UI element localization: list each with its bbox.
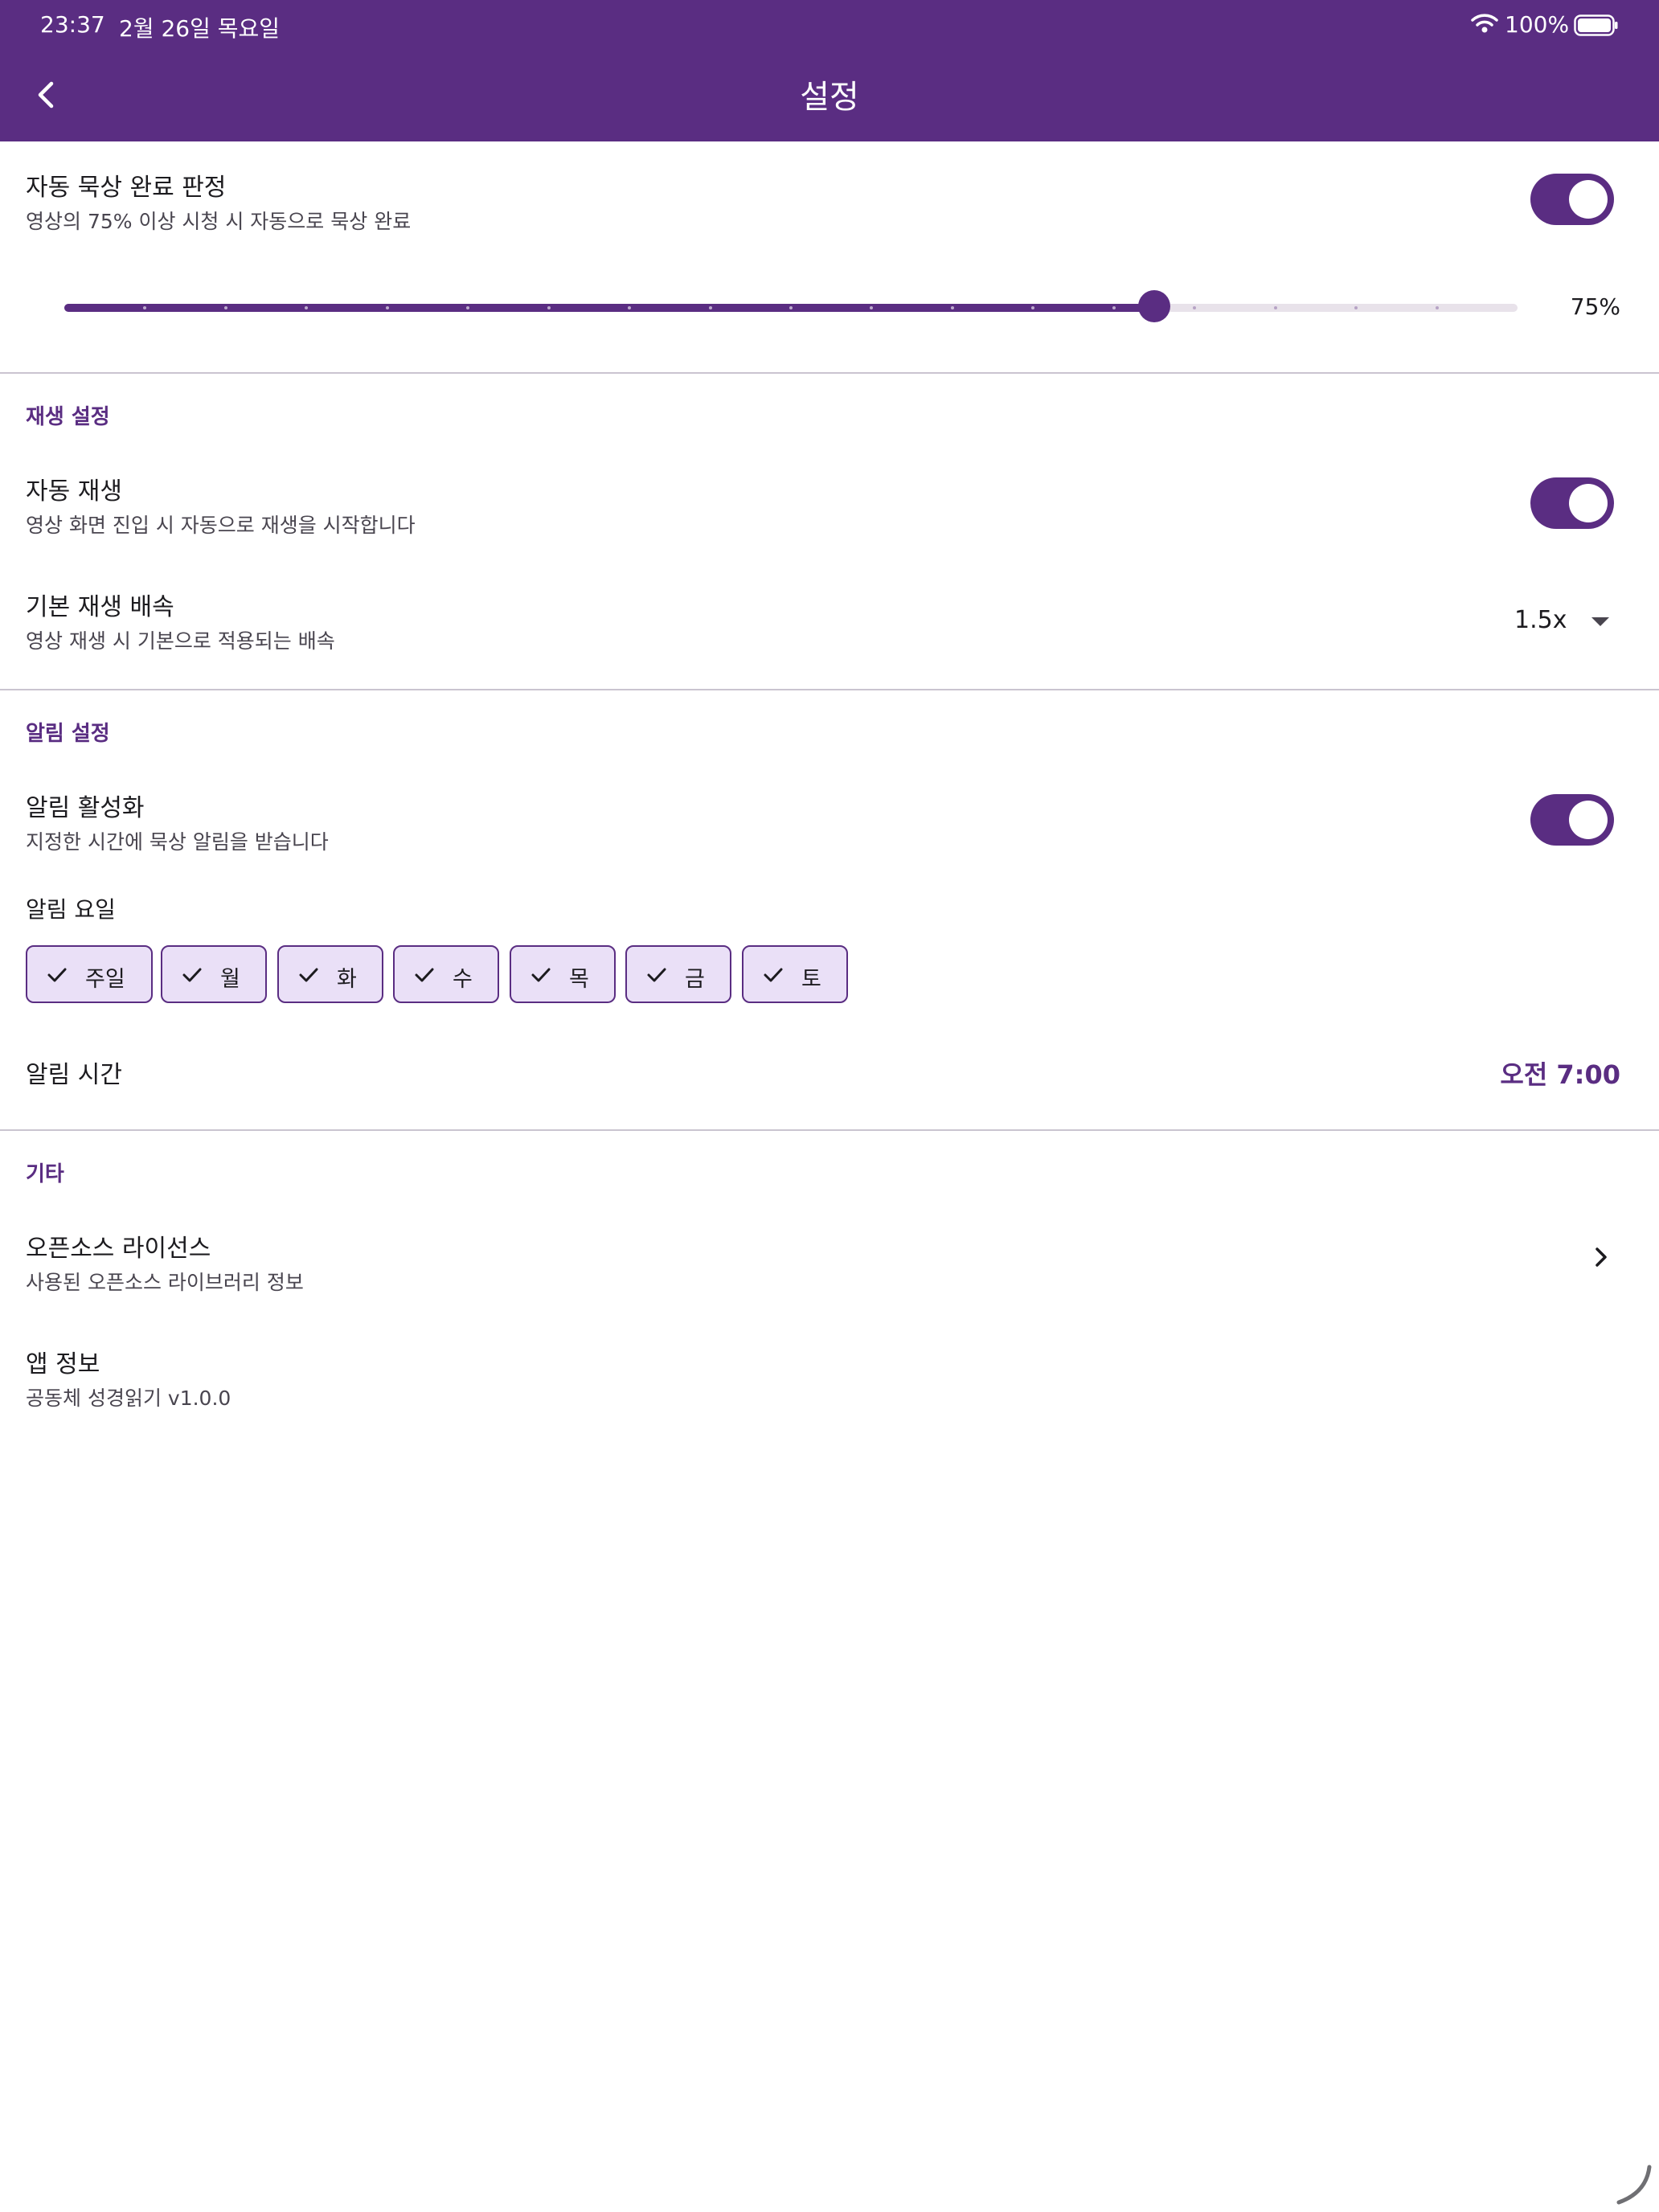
- day-chip-wed[interactable]: 수: [393, 945, 499, 1003]
- slider-tick: [1193, 306, 1197, 309]
- notification-time-value[interactable]: 오전 7:00: [1431, 1055, 1620, 1092]
- section-header-playback: 재생 설정: [26, 405, 110, 429]
- playback-speed-setting[interactable]: 기본 재생 배속 영상 재생 시 기본으로 적용되는 배속: [0, 580, 1659, 654]
- slider-tick: [223, 306, 227, 309]
- auto-complete-subtitle: 영상의 75% 이상 시청 시 자동으로 묵상 완료: [26, 210, 412, 233]
- dropdown-arrow-icon: [1591, 617, 1609, 626]
- day-chip-fri[interactable]: 금: [625, 945, 731, 1003]
- slider-tick: [1112, 306, 1116, 309]
- day-chip-thu[interactable]: 목: [510, 945, 616, 1003]
- day-chip-mon[interactable]: 월: [161, 945, 267, 1003]
- day-chip-tue[interactable]: 화: [277, 945, 383, 1003]
- check-icon: [764, 968, 783, 982]
- status-time: 23:37: [40, 11, 105, 38]
- autoplay-setting[interactable]: 자동 재생 영상 화면 진입 시 자동으로 재생을 시작합니다: [0, 465, 1659, 539]
- scroll-indicator-icon: [1611, 2162, 1656, 2207]
- check-icon: [299, 968, 318, 982]
- divider: [0, 689, 1659, 690]
- day-chip-label: 화: [337, 967, 357, 992]
- autoplay-title: 자동 재생: [26, 477, 122, 506]
- slider-thumb[interactable]: [1138, 290, 1170, 322]
- slider-tick: [950, 306, 954, 309]
- section-header-notification: 알림 설정: [26, 722, 110, 746]
- playback-speed-title: 기본 재생 배속: [26, 593, 174, 621]
- license-subtitle: 사용된 오픈소스 라이브러리 정보: [26, 1271, 304, 1294]
- app-bar: 설정: [0, 50, 1659, 141]
- divider: [0, 372, 1659, 374]
- day-chip-sun[interactable]: 주일: [26, 945, 153, 1003]
- day-chip-label: 주일: [85, 967, 125, 992]
- slider-tick: [547, 306, 551, 309]
- notification-time-setting[interactable]: 알림 시간: [0, 1045, 1659, 1096]
- license-title: 오픈소스 라이선스: [26, 1235, 211, 1263]
- auto-complete-toggle[interactable]: [1530, 174, 1614, 225]
- day-chip-label: 목: [569, 967, 589, 992]
- slider-tick: [1435, 306, 1439, 309]
- playback-speed-subtitle: 영상 재생 시 기본으로 적용되는 배속: [26, 629, 335, 653]
- autoplay-toggle[interactable]: [1530, 477, 1614, 529]
- app-info-subtitle: 공동체 성경읽기 v1.0.0: [26, 1387, 231, 1410]
- day-chip-label: 금: [685, 967, 705, 992]
- check-icon: [531, 968, 551, 982]
- toggle-knob: [1569, 484, 1608, 522]
- day-chip-label: 월: [220, 967, 240, 992]
- battery-icon: [1574, 14, 1619, 43]
- check-icon: [415, 968, 434, 982]
- notification-toggle[interactable]: [1530, 794, 1614, 846]
- slider-tick: [1354, 306, 1358, 309]
- day-chip-label: 수: [453, 967, 473, 992]
- divider: [0, 1129, 1659, 1131]
- slider-active-track: [64, 304, 1154, 312]
- slider-tick: [708, 306, 712, 309]
- auto-complete-title: 자동 묵상 완료 판정: [26, 174, 227, 202]
- notification-enable-title: 알림 활성화: [26, 794, 145, 822]
- slider-tick: [385, 306, 389, 309]
- autoplay-subtitle: 영상 화면 진입 시 자동으로 재생을 시작합니다: [26, 514, 416, 537]
- check-icon: [182, 968, 202, 982]
- open-source-license-item[interactable]: 오픈소스 라이선스 사용된 오픈소스 라이브러리 정보: [0, 1222, 1659, 1296]
- toggle-knob: [1569, 801, 1608, 839]
- battery-percent: 100%: [1505, 11, 1570, 38]
- page-title: 설정: [800, 79, 859, 116]
- check-icon: [47, 968, 67, 982]
- section-header-etc: 기타: [26, 1162, 64, 1186]
- day-chip-label: 토: [801, 967, 821, 992]
- playback-speed-value: 1.5x: [1514, 606, 1567, 634]
- auto-complete-setting[interactable]: 자동 묵상 완료 판정 영상의 75% 이상 시청 시 자동으로 묵상 완료: [0, 161, 1659, 235]
- day-chip-sat[interactable]: 토: [742, 945, 848, 1003]
- wifi-icon: [1471, 13, 1498, 39]
- check-icon: [647, 968, 666, 982]
- notification-time-label: 알림 시간: [26, 1061, 122, 1089]
- app-info-item[interactable]: 앱 정보 공동체 성경읽기 v1.0.0: [0, 1337, 1659, 1411]
- notification-days-label: 알림 요일: [26, 896, 116, 923]
- notification-enable-subtitle: 지정한 시간에 묵상 알림을 받습니다: [26, 830, 329, 854]
- notification-enable-setting[interactable]: 알림 활성화 지정한 시간에 묵상 알림을 받습니다: [0, 781, 1659, 855]
- completion-threshold-slider[interactable]: [64, 290, 1518, 322]
- slider-tick: [1273, 306, 1277, 309]
- slider-value-label: 75%: [1570, 293, 1620, 320]
- status-bar: 23:37 2월 26일 목요일 100%: [0, 0, 1659, 50]
- playback-speed-dropdown[interactable]: 1.5x: [1511, 603, 1624, 638]
- app-info-title: 앱 정보: [26, 1350, 100, 1378]
- status-date: 2월 26일 목요일: [119, 15, 281, 42]
- chevron-right-icon: [1585, 1241, 1617, 1273]
- slider-tick: [789, 306, 793, 309]
- toggle-knob: [1569, 180, 1608, 219]
